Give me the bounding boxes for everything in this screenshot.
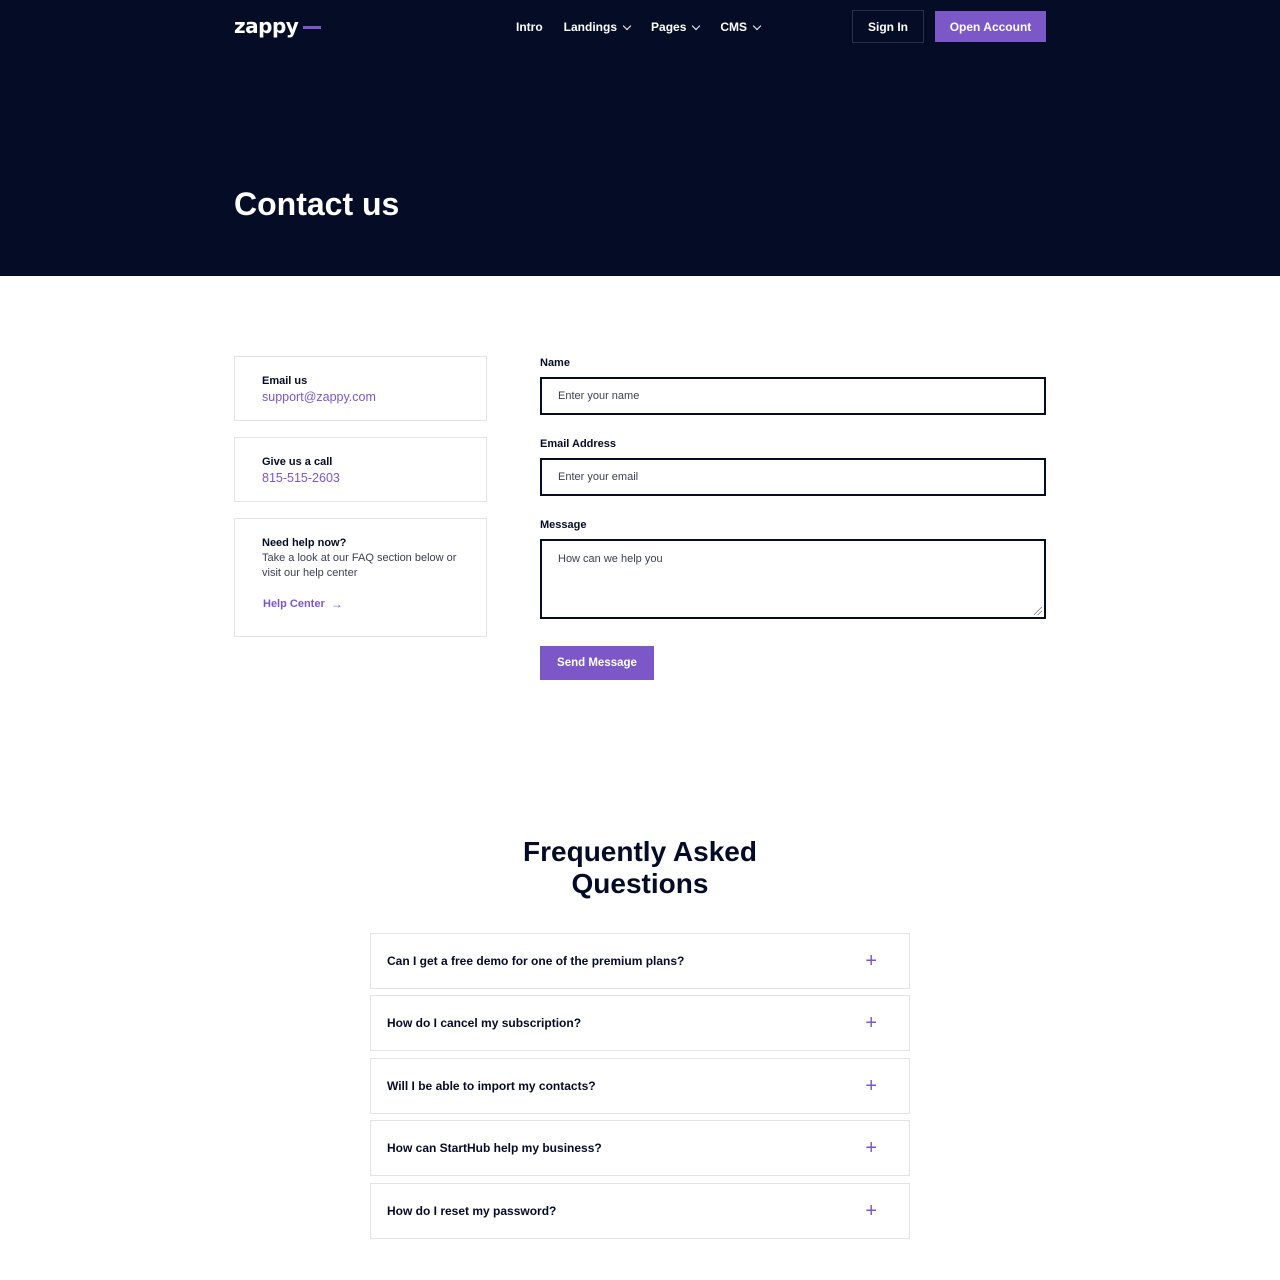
- help-card: Need help now? Take a look at our FAQ se…: [234, 518, 487, 637]
- faq-question: Can I get a free demo for one of the pre…: [387, 954, 685, 968]
- nav-item-landings[interactable]: Landings: [563, 19, 632, 35]
- faq-item[interactable]: How can StartHub help my business? +: [370, 1120, 910, 1176]
- chevron-down-icon: [752, 21, 762, 30]
- help-card-title: Need help now?: [262, 537, 347, 549]
- logo-dash: [303, 25, 322, 29]
- nav-item-pages[interactable]: Pages: [651, 19, 701, 35]
- logo-text: zappy: [234, 14, 299, 38]
- send-message-button[interactable]: Send Message: [540, 646, 654, 680]
- faq-title-line2: Questions: [571, 868, 709, 899]
- help-center-label: Help Center: [263, 598, 325, 610]
- name-field[interactable]: Enter your name: [540, 377, 1046, 415]
- faq-title-line1: Frequently Asked: [523, 836, 757, 867]
- email-placeholder: Enter your email: [558, 471, 639, 483]
- logo[interactable]: zappy: [234, 14, 322, 38]
- faq-item[interactable]: How do I reset my password? +: [370, 1183, 910, 1239]
- chevron-down-icon: [692, 21, 701, 30]
- message-label: Message: [540, 519, 587, 531]
- arrow-right-icon: →: [330, 597, 343, 611]
- phone-link[interactable]: 815-515-2603: [262, 471, 459, 485]
- nav-item-cms[interactable]: CMS: [720, 19, 762, 35]
- name-label: Name: [540, 357, 570, 369]
- faq-question: Will I be able to import my contacts?: [387, 1079, 596, 1093]
- open-account-button[interactable]: Open Account: [935, 11, 1046, 42]
- email-card: Email us support@zappy.com: [234, 356, 487, 421]
- faq-item[interactable]: Will I be able to import my contacts? +: [370, 1058, 910, 1114]
- help-center-link[interactable]: Help Center →: [263, 597, 459, 611]
- plus-icon: +: [865, 950, 877, 972]
- faq-title: Frequently Asked Questions: [0, 836, 1280, 900]
- main-nav: Intro Landings Pages CMS: [516, 19, 762, 35]
- email-card-title: Email us: [262, 375, 308, 387]
- email-label: Email Address: [540, 438, 617, 450]
- plus-icon: +: [865, 1012, 877, 1034]
- faq-question: How can StartHub help my business?: [387, 1141, 602, 1155]
- faq-question: How do I cancel my subscription?: [387, 1016, 582, 1030]
- name-placeholder: Enter your name: [558, 390, 640, 402]
- plus-icon: +: [865, 1137, 877, 1159]
- nav-item-label: Intro: [516, 20, 543, 34]
- nav-item-intro[interactable]: Intro: [516, 19, 543, 35]
- plus-icon: +: [865, 1075, 877, 1097]
- phone-card-title: Give us a call: [262, 456, 333, 468]
- chevron-down-icon: [622, 21, 632, 30]
- contact-form: Name Enter your name Email Address Enter…: [540, 357, 1046, 680]
- hero-section: zappy Intro Landings Pages CMS Sign In O…: [0, 0, 1280, 276]
- page-title: Contact us: [234, 186, 400, 222]
- plus-icon: +: [865, 1200, 877, 1222]
- resize-handle-icon[interactable]: [1034, 607, 1042, 615]
- faq-item[interactable]: Can I get a free demo for one of the pre…: [370, 933, 910, 989]
- email-link[interactable]: support@zappy.com: [262, 390, 459, 404]
- faq-item[interactable]: How do I cancel my subscription? +: [370, 995, 910, 1051]
- help-card-text: Take a look at our FAQ section below or …: [262, 552, 457, 579]
- message-field[interactable]: How can we help you: [540, 539, 1046, 619]
- nav-item-label: CMS: [720, 20, 748, 34]
- nav-item-label: Landings: [563, 20, 618, 34]
- faq-question: How do I reset my password?: [387, 1204, 557, 1218]
- phone-card: Give us a call 815-515-2603: [234, 437, 487, 502]
- email-field[interactable]: Enter your email: [540, 458, 1046, 496]
- sign-in-button[interactable]: Sign In: [852, 10, 924, 43]
- nav-item-label: Pages: [651, 20, 687, 34]
- message-placeholder: How can we help you: [558, 553, 663, 565]
